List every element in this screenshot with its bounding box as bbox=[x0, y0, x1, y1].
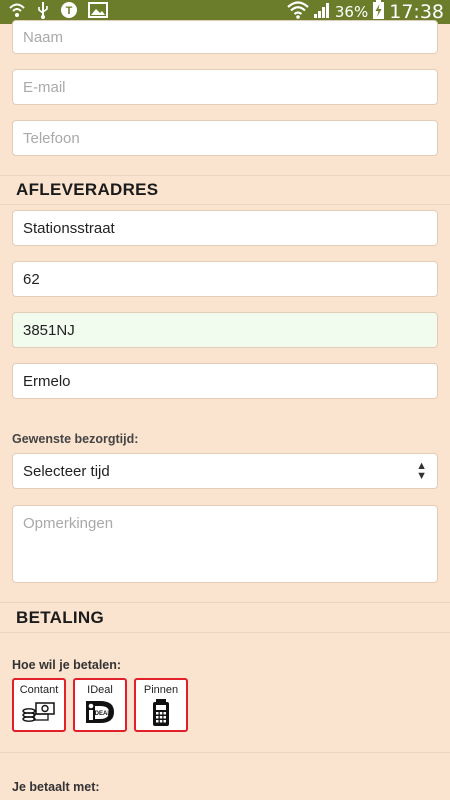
delivery-time-select-value: Selecteer tijd bbox=[23, 462, 110, 480]
house-number-field[interactable]: 62 bbox=[12, 261, 438, 297]
payment-section-title: BETALING bbox=[16, 608, 105, 627]
divider bbox=[0, 204, 450, 205]
payment-option-label: Contant bbox=[19, 684, 59, 696]
select-arrows-icon: ▲ ▼ bbox=[416, 460, 427, 482]
address-section-title: AFLEVERADRES bbox=[16, 180, 159, 199]
name-field[interactable]: Naam bbox=[12, 20, 438, 54]
ideal-icon: IDEAL bbox=[84, 699, 116, 730]
battery-percent: 36% bbox=[334, 3, 369, 21]
divider bbox=[0, 602, 450, 603]
payment-option-label: Pinnen bbox=[143, 684, 179, 696]
cash-icon bbox=[22, 699, 56, 728]
pin-terminal-icon bbox=[150, 699, 172, 732]
payment-option-pin[interactable]: Pinnen bbox=[134, 678, 188, 732]
street-field[interactable]: Stationsstraat bbox=[12, 210, 438, 246]
phone-field[interactable]: Telefoon bbox=[12, 120, 438, 156]
delivery-time-label: Gewenste bezorgtijd: bbox=[12, 432, 139, 446]
remarks-textarea[interactable]: Opmerkingen bbox=[12, 505, 438, 583]
payment-option-label: IDeal bbox=[87, 684, 113, 696]
pay-with-label: Je betaalt met: bbox=[12, 780, 100, 794]
email-field[interactable]: E-mail bbox=[12, 69, 438, 105]
payment-option-ideal[interactable]: IDeal IDEAL bbox=[73, 678, 127, 732]
delivery-time-select[interactable]: Selecteer tijd ▲ ▼ bbox=[12, 453, 438, 489]
postcode-field[interactable]: 3851NJ bbox=[12, 312, 438, 348]
payment-question-label: Hoe wil je betalen: bbox=[12, 658, 122, 672]
divider bbox=[0, 632, 450, 633]
city-field[interactable]: Ermelo bbox=[12, 363, 438, 399]
divider bbox=[0, 752, 450, 753]
svg-text:IDEAL: IDEAL bbox=[93, 711, 111, 717]
svg-text:T: T bbox=[66, 5, 73, 17]
payment-option-cash[interactable]: Contant bbox=[12, 678, 66, 732]
divider bbox=[0, 175, 450, 176]
